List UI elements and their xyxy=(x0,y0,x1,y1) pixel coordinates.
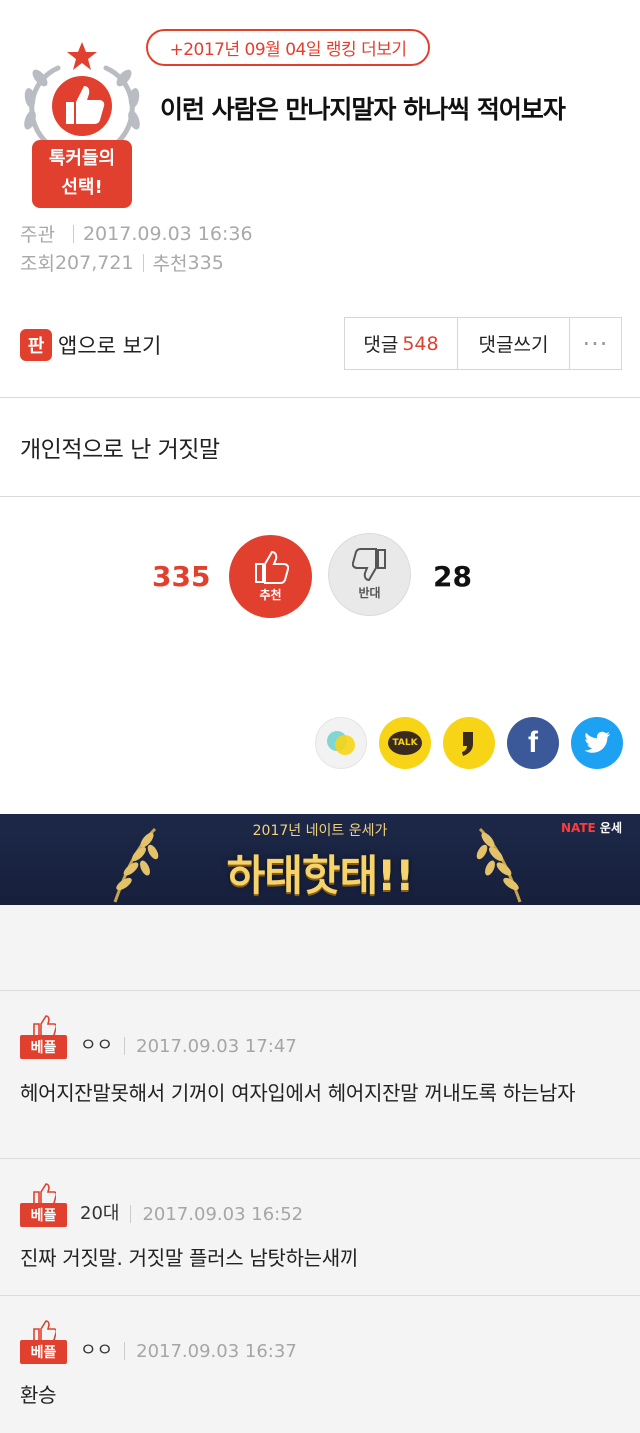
thumbs-up-icon xyxy=(33,1015,56,1037)
pann-app-icon: 판 xyxy=(20,329,52,361)
best-reply-badge: 베플 xyxy=(20,1015,70,1059)
views-label: 조회 xyxy=(20,253,55,275)
comment-item: 베플 ㅇㅇ 2017.09.03 16:37 환승 xyxy=(0,1295,640,1433)
banner-brand-nate: NATE xyxy=(560,821,596,835)
comment-separator xyxy=(124,1037,126,1055)
post-body: 개인적으로 난 거짓말 xyxy=(20,437,220,463)
recommend-count: 335 xyxy=(187,251,224,274)
comment-item: 베플 20대 2017.09.03 16:52 진짜 거짓말. 거짓말 플러스 … xyxy=(0,1158,640,1295)
thumbs-up-icon xyxy=(33,1183,56,1205)
share-kakaotalk-button[interactable]: TALK xyxy=(379,717,431,769)
kakaostory-icon xyxy=(462,732,473,756)
nate-icon xyxy=(327,731,355,755)
upvote-label: 추천 xyxy=(259,588,282,602)
banner-title: 하태핫태!! xyxy=(226,851,415,900)
banner-brand-suffix: 운세 xyxy=(599,821,622,835)
comment-author: ㅇㅇ xyxy=(80,1035,114,1056)
share-kakaostory-button[interactable] xyxy=(443,717,495,769)
badge-text-line1: 톡커들의 xyxy=(48,148,116,169)
comment-author: ㅇㅇ xyxy=(80,1340,114,1361)
share-nate-button[interactable] xyxy=(315,717,367,769)
app-view-label: 앱으로 보기 xyxy=(58,334,162,358)
comments-count: 548 xyxy=(402,332,439,355)
app-view-link[interactable]: 판 앱으로 보기 xyxy=(20,327,161,363)
best-reply-badge: 베플 xyxy=(20,1320,70,1364)
meta-separator xyxy=(142,253,144,272)
comment-item: 베플 ㅇㅇ 2017.09.03 17:47 헤어지잔말못해서 기꺼이 여자입에… xyxy=(0,990,640,1158)
post-datetime: 2017.09.03 16:36 xyxy=(82,222,253,245)
thumbs-up-icon xyxy=(254,550,289,584)
downvote-button[interactable]: 반대 xyxy=(328,533,411,616)
post-meta-line1: 주관 2017.09.03 16:36 xyxy=(20,220,253,247)
comment-separator xyxy=(130,1205,132,1223)
divider xyxy=(0,397,640,398)
post-title: 이런 사람은 만나지말자 하나씩 적어보자 xyxy=(160,95,566,124)
comment-button-group: 댓글 548 댓글쓰기 ··· xyxy=(344,317,622,370)
recommend-label: 추천 xyxy=(152,253,188,275)
divider xyxy=(0,496,640,497)
comments-button[interactable]: 댓글 548 xyxy=(345,318,458,369)
post-category: 주관 xyxy=(20,224,55,246)
comment-time: 2017.09.03 16:52 xyxy=(142,1204,304,1225)
upvote-count: 335 xyxy=(152,560,211,593)
best-reply-label: 베플 xyxy=(20,1035,67,1059)
comment-time: 2017.09.03 16:37 xyxy=(136,1341,297,1362)
kakaotalk-icon: TALK xyxy=(388,731,422,755)
thumbs-down-icon xyxy=(351,548,386,582)
banner-subtitle: 2017년 네이트 운세가 xyxy=(252,823,388,839)
post-meta-line2: 조회 207,721 추천 335 xyxy=(20,249,224,276)
comments-label: 댓글 xyxy=(363,334,399,356)
best-reply-label: 베플 xyxy=(20,1203,67,1227)
badge-text-line2: 선택! xyxy=(61,177,103,198)
comment-text: 환승 xyxy=(20,1383,57,1407)
share-twitter-button[interactable] xyxy=(571,717,623,769)
comment-separator xyxy=(124,1342,126,1360)
write-comment-button[interactable]: 댓글쓰기 xyxy=(458,318,570,369)
comment-author: 20대 xyxy=(80,1203,120,1224)
talkers-choice-badge: 톡커들의 선택! xyxy=(18,40,146,210)
share-facebook-button[interactable]: f xyxy=(507,717,559,769)
facebook-icon: f xyxy=(528,726,538,759)
banner-brand: NATE 운세 xyxy=(561,819,622,836)
thumbs-up-icon xyxy=(33,1320,56,1342)
twitter-icon xyxy=(584,731,610,753)
best-reply-badge: 베플 xyxy=(20,1183,70,1227)
more-button[interactable]: ··· xyxy=(570,318,621,369)
downvote-label: 반대 xyxy=(358,586,381,600)
downvote-count: 28 xyxy=(433,560,472,593)
comment-text: 진짜 거짓말. 거짓말 플러스 남탓하는새끼 xyxy=(20,1246,358,1270)
views-count: 207,721 xyxy=(54,251,134,274)
upvote-button[interactable]: 추천 xyxy=(229,535,312,618)
comment-time: 2017.09.03 17:47 xyxy=(136,1036,297,1057)
nate-fortune-banner[interactable]: 2017년 네이트 운세가 하태핫태!! NATE 운세 xyxy=(0,814,640,905)
ranking-more-link[interactable]: +2017년 09월 04일 랭킹 더보기 xyxy=(146,29,430,66)
kakaotalk-text: TALK xyxy=(392,738,418,748)
best-reply-label: 베플 xyxy=(20,1340,67,1364)
best-comments-section: 베플 ㅇㅇ 2017.09.03 17:47 헤어지잔말못해서 기꺼이 여자입에… xyxy=(0,905,640,1433)
meta-separator xyxy=(72,224,74,243)
comment-text: 헤어지잔말못해서 기꺼이 여자입에서 헤어지잔말 꺼내도록 하는남자 xyxy=(20,1081,576,1105)
